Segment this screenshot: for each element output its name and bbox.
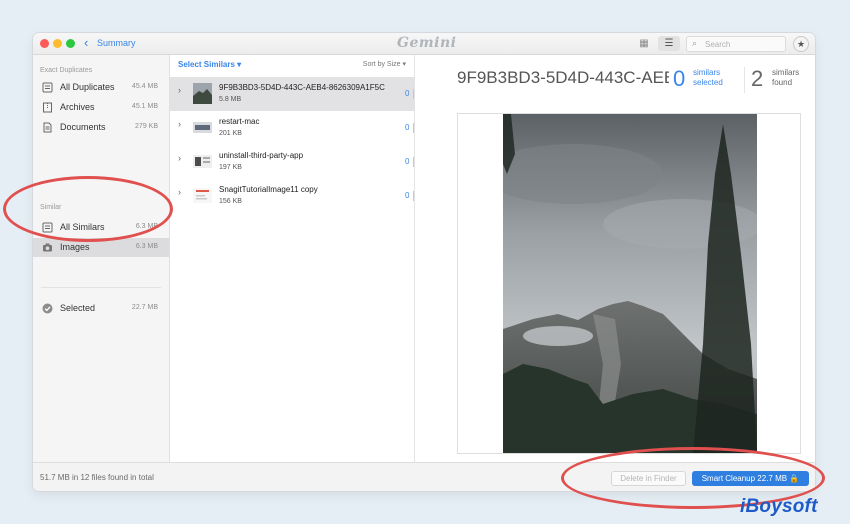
file-size: 156 KB	[219, 198, 242, 205]
search-icon: ⌕	[692, 38, 698, 48]
screenshot-thumbnail	[193, 122, 212, 133]
file-size: 197 KB	[219, 164, 242, 171]
list-item[interactable]: › uninstall-third-party-app 197 KB 0 2	[170, 145, 422, 179]
grid-view-icon[interactable]: ▦	[637, 37, 651, 50]
files-summary: 51.7 MB in 12 files found in total	[40, 473, 154, 482]
camera-icon	[43, 243, 52, 252]
file-name: SnagitTutorialImage11 copy	[219, 185, 318, 194]
sidebar-item-all-duplicates[interactable]: All Duplicates 45.4 MB	[33, 78, 169, 97]
zoom-window-button[interactable]	[66, 39, 75, 48]
sidebar-item-size: 22.7 MB	[131, 304, 158, 311]
similars-selected-label-2: selected	[693, 78, 723, 87]
chevron-right-icon[interactable]: ›	[178, 187, 181, 197]
chevron-right-icon[interactable]: ›	[178, 153, 181, 163]
sort-by-size-menu[interactable]: Sort by Size ▾	[363, 60, 406, 68]
file-name: restart-mac	[219, 117, 260, 126]
detail-title: 9F9B3BD3-5D4D-443C-AEB4-8626309A1F5C	[457, 68, 669, 87]
screenshot-thumbnail	[193, 155, 212, 168]
similars-selected-count: 0	[673, 66, 686, 91]
section-similar: Similar	[40, 204, 62, 211]
sidebar: Exact Duplicates All Duplicates 45.4 MB …	[33, 55, 170, 462]
chevron-right-icon[interactable]: ›	[178, 119, 181, 129]
app-logo: Gemini	[397, 35, 457, 51]
search-input[interactable]	[705, 39, 783, 50]
list-item[interactable]: › 9F9B3BD3-5D4D-443C-AEB4-8626309A1F5C 5…	[170, 77, 422, 111]
file-list-pane: Select Similars ▾ Sort by Size ▾ › 9F9B3…	[170, 55, 422, 462]
sidebar-item-label: Images	[60, 242, 90, 252]
sidebar-item-label: Archives	[60, 102, 95, 112]
sidebar-item-label: All Similars	[60, 222, 105, 232]
file-size: 5.8 MB	[219, 96, 242, 103]
sidebar-item-label: All Duplicates	[60, 82, 115, 92]
selected-count: 0	[405, 89, 410, 98]
sidebar-item-label: Documents	[60, 122, 106, 132]
chevron-left-icon[interactable]: ‹	[84, 36, 88, 50]
file-name: 9F9B3BD3-5D4D-443C-AEB4-8626309A1F5C	[219, 83, 385, 92]
sidebar-item-images[interactable]: Images 6.3 MB	[33, 238, 169, 257]
minimize-window-button[interactable]	[53, 39, 62, 48]
sidebar-item-documents[interactable]: Documents 279 KB	[33, 118, 169, 137]
sidebar-item-size: 45.4 MB	[131, 83, 158, 90]
checkmark-icon	[42, 303, 53, 314]
selected-count: 0	[405, 123, 410, 132]
document-icon	[43, 122, 52, 133]
select-similars-menu[interactable]: Select Similars ▾	[178, 60, 241, 69]
count-separator	[413, 123, 414, 133]
sidebar-item-size: 45.1 MB	[131, 103, 158, 110]
search-box[interactable]: ⌕	[686, 36, 786, 52]
file-size: 201 KB	[219, 130, 242, 137]
sidebar-divider	[41, 287, 161, 288]
back-summary-button[interactable]: Summary	[97, 38, 136, 48]
status-bar: 51.7 MB in 12 files found in total Delet…	[33, 462, 815, 491]
selected-count: 0	[405, 157, 410, 166]
image-preview-frame	[457, 113, 801, 454]
sidebar-item-size: 279 KB	[135, 123, 158, 130]
sidebar-item-size: 6.3 MB	[135, 243, 158, 250]
delete-in-finder-button[interactable]: Delete in Finder	[611, 471, 686, 486]
sidebar-item-archives[interactable]: Archives 45.1 MB	[33, 98, 169, 117]
similars-selected-label-1: similars	[693, 68, 721, 77]
sidebar-item-size: 6.3 MB	[135, 223, 158, 230]
similars-found-label-1: similars	[772, 68, 800, 77]
sidebar-item-label: Selected	[60, 303, 96, 313]
mountain-photo-preview	[503, 114, 757, 453]
similars-found-count: 2	[751, 66, 764, 91]
sidebar-item-selected[interactable]: Selected 22.7 MB	[33, 299, 169, 318]
title-bar: ‹ Summary Gemini ▦ ☰ ⌕ ★	[33, 33, 815, 55]
stack-icon	[42, 82, 53, 93]
count-separator	[413, 191, 414, 201]
list-header: Select Similars ▾ Sort by Size ▾	[170, 55, 414, 77]
file-name: uninstall-third-party-app	[219, 151, 304, 160]
stack-icon	[42, 222, 53, 233]
smart-cleanup-button[interactable]: Smart Cleanup 22.7 MB 🔒	[692, 471, 809, 486]
chevron-right-icon[interactable]: ›	[178, 85, 181, 95]
archive-icon	[43, 102, 52, 113]
detail-pane: 9F9B3BD3-5D4D-443C-AEB4-8626309A1F5C 0 s…	[415, 55, 815, 462]
selected-count: 0	[405, 191, 410, 200]
metrics-divider	[744, 67, 745, 93]
brand-watermark: iBoysoft	[740, 496, 818, 517]
close-window-button[interactable]	[40, 39, 49, 48]
tutorial-thumbnail	[193, 188, 212, 203]
list-view-icon[interactable]: ☰	[658, 36, 680, 51]
app-window: ‹ Summary Gemini ▦ ☰ ⌕ ★ Exact Duplicate…	[33, 33, 815, 491]
mountain-thumbnail	[193, 83, 212, 104]
similars-found-label-2: found	[772, 78, 793, 87]
list-item[interactable]: › SnagitTutorialImage11 copy 156 KB 0 2	[170, 179, 422, 213]
count-separator	[413, 157, 414, 167]
section-exact-duplicates: Exact Duplicates	[40, 67, 93, 74]
list-item[interactable]: › restart-mac 201 KB 0 2	[170, 111, 422, 145]
sidebar-item-all-similars[interactable]: All Similars 6.3 MB	[33, 218, 169, 237]
count-separator	[413, 89, 414, 99]
star-icon[interactable]: ★	[793, 36, 809, 52]
